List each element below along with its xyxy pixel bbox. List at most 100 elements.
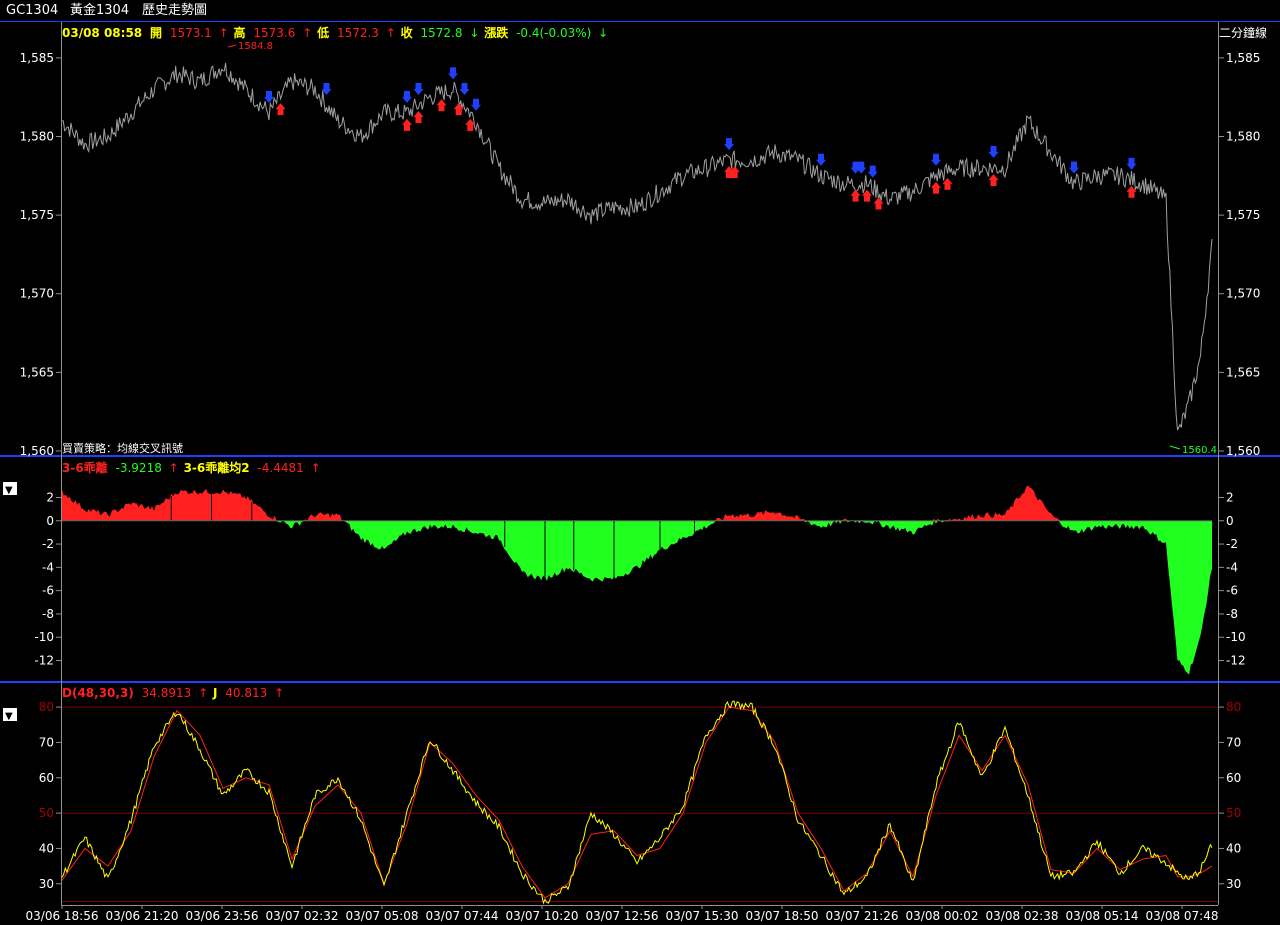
kd-tick-label-left: 40 [39,841,54,855]
osc-tick-label-right: -12 [1226,654,1246,668]
buy-signal-marker [436,99,447,112]
kd-j-line [61,700,1213,905]
sell-signal-marker [448,67,458,80]
sell-signal-marker [1126,157,1137,170]
osc-value-1: -3.9218 [116,461,162,475]
price-tick-label-left: 1,575 [20,208,54,222]
x-tick-label: 03/07 02:32 [266,909,339,923]
osc-arrow-2-icon: ↑ [311,461,321,475]
sell-signal-marker [1069,161,1079,174]
kd-tick-label-right: 40 [1226,841,1241,855]
osc-tick-label-left: -6 [42,584,54,598]
osc-tick-label-right: -4 [1226,560,1238,574]
price-tick-label-right: 1,575 [1226,208,1260,222]
price-axis-left: 1,560 1,565 1,570 1,575 1,580 1,585 [20,51,62,458]
osc-label-1: 3-6乖離 [62,460,108,475]
close-label: 收 [401,25,413,40]
osc-tick-label-right: 2 [1226,490,1234,504]
high-label: 高 [234,25,246,40]
osc-header: 3-6乖離 -3.9218 ↑ 3-6乖離均2 -4.4481 ↑ [62,460,321,475]
open-arrow-icon: ↑ [219,26,229,40]
x-tick-label: 03/08 05:14 [1066,909,1139,923]
open-value: 1573.1 [170,26,212,40]
x-tick-label: 03/07 07:44 [426,909,499,923]
price-tick-label-right: 1,570 [1226,287,1260,301]
kd-tick-label-left: 60 [39,771,54,785]
sell-signal-marker [471,98,481,111]
kd-tick-label-right: 60 [1226,771,1241,785]
price-tick-label-right: 1,580 [1226,129,1260,143]
kd-tick-label-left: 80 [39,700,54,714]
x-tick-label: 03/07 10:20 [506,909,579,923]
sell-signal-marker [459,83,470,96]
osc-plot [62,485,1212,675]
open-label: 開 [150,26,162,40]
kd-arrow-1-icon: ↑ [198,686,208,700]
price-tick-label-left: 1,570 [20,287,54,301]
price-tick-label-left: 1,580 [20,129,54,143]
kd-tick-label-left: 70 [39,735,54,749]
kd-tick-label-left: 50 [39,806,54,820]
price-tick-label-right: 1,565 [1226,365,1260,379]
osc-tick-label-right: 0 [1226,514,1234,528]
kd-collapse-icon: ▼ [5,711,13,722]
high-value: 1573.6 [253,26,295,40]
change-arrow-icon: ↓ [598,26,608,40]
kd-tick-label-right: 80 [1226,700,1241,714]
x-tick-label: 03/07 21:26 [826,909,899,923]
close-value: 1572.8 [421,26,463,40]
max-price-pointer [227,44,237,48]
kd-tick-label-right: 70 [1226,735,1241,749]
osc-label-2: 3-6乖離均2 [184,460,250,475]
sell-signal-marker [724,138,734,151]
osc-tick-label-right: -6 [1226,584,1238,598]
x-tick-label: 03/07 15:30 [666,909,739,923]
x-tick-label: 03/08 02:38 [986,909,1059,923]
kd-plot [61,700,1213,905]
osc-tick-label-left: -2 [42,537,54,551]
kd-value-1: 34.8913 [142,686,192,700]
price-tick-label-right: 1,560 [1226,444,1260,458]
min-price-pointer [1169,445,1181,450]
buy-signal-marker [850,189,861,202]
osc-negative-area [62,520,1212,675]
buy-signal-marker [931,181,941,194]
price-series-line [62,62,1213,431]
low-arrow-icon: ↑ [386,26,396,40]
sell-signal-marker [402,90,412,103]
osc-tick-label-left: -12 [34,654,54,668]
price-tick-label-right: 1,585 [1226,51,1260,65]
high-arrow-icon: ↑ [302,26,312,40]
x-tick-label: 03/06 23:56 [186,909,259,923]
x-axis: 03/06 18:56 03/06 21:20 03/06 23:56 03/07 0… [26,905,1218,923]
kd-label-2: J [212,686,217,700]
chart-canvas: 03/08 08:58 開 1573.1 ↑ 高 1573.6 ↑ 低 1572… [0,22,1280,923]
kd-d-line [61,706,1213,899]
low-value: 1572.3 [337,26,379,40]
osc-value-2: -4.4481 [257,461,303,475]
close-arrow-icon: ↓ [469,26,479,40]
change-value: -0.4(-0.03%) [516,26,591,40]
price-axis-right: 1,560 1,565 1,570 1,575 1,580 1,585 [1218,51,1260,458]
strategy-label: 買賣策略：均線交叉訊號 [62,441,183,455]
buy-signal-marker [402,118,412,131]
kd-arrow-2-icon: ↑ [274,686,284,700]
buy-signal-marker [413,111,424,124]
price-tick-label-left: 1,585 [20,51,54,65]
osc-arrow-1-icon: ↑ [169,461,179,475]
kd-tick-label-right: 50 [1226,806,1241,820]
osc-collapse-icon: ▼ [5,485,13,496]
osc-tick-label-right: -10 [1226,630,1246,644]
sell-signal-marker [931,153,941,166]
period-label: 二分鐘線 [1219,25,1267,40]
max-price-label: 1584.8 [238,41,273,52]
x-tick-label: 03/06 21:20 [106,909,179,923]
kd-label-1: D(48,30,3) [62,686,134,700]
kd-value-2: 40.813 [225,686,267,700]
osc-tick-label-right: -2 [1226,537,1238,551]
x-tick-label: 03/06 18:56 [26,909,99,923]
osc-tick-label-left: -4 [42,560,54,574]
price-header: 03/08 08:58 開 1573.1 ↑ 高 1573.6 ↑ 低 1572… [62,25,608,40]
price-tick-label-left: 1,565 [20,365,54,379]
price-plot [62,44,1213,450]
